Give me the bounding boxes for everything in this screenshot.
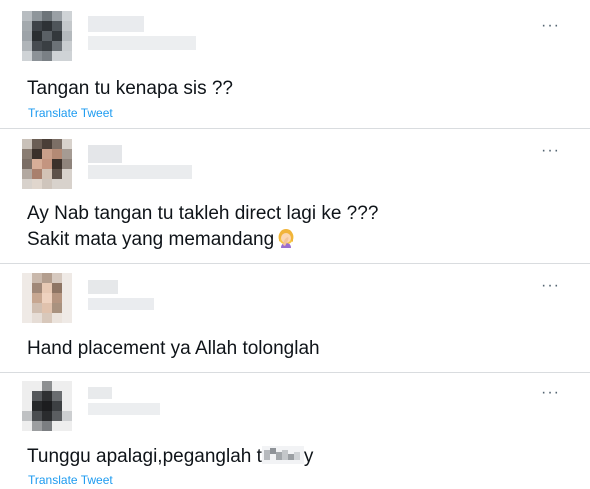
redacted-username xyxy=(88,403,160,415)
redacted-word xyxy=(261,446,304,464)
tweet-text-line-2: Sakit mata yang memandang xyxy=(27,227,296,252)
translate-tweet-link[interactable]: Translate Tweet xyxy=(28,106,113,120)
redacted-username xyxy=(88,165,192,179)
more-options-icon[interactable]: ··· xyxy=(541,143,560,159)
translate-tweet-link[interactable]: Translate Tweet xyxy=(28,473,113,487)
redacted-username xyxy=(88,298,154,310)
tweet-2[interactable]: ··· Ay Nab tangan tu takleh direct lagi … xyxy=(0,129,590,263)
redacted-display-name xyxy=(88,387,112,399)
more-options-icon[interactable]: ··· xyxy=(541,18,560,34)
more-options-icon[interactable]: ··· xyxy=(541,385,560,401)
redacted-display-name xyxy=(88,145,122,163)
tweet-text-start: Tunggu apalagi,peganglah t xyxy=(27,446,262,467)
redacted-username xyxy=(88,36,196,50)
woman-facepalming-emoji-icon xyxy=(278,229,294,248)
tweet-text: Hand placement ya Allah tolonglah xyxy=(27,338,320,359)
tweet-3[interactable]: ··· Hand placement ya Allah tolonglah xyxy=(0,264,590,372)
tweet-1[interactable]: ··· Tangan tu kenapa sis ?? Translate Tw… xyxy=(0,0,590,128)
more-options-icon[interactable]: ··· xyxy=(541,278,560,294)
avatar-image xyxy=(22,381,72,431)
tweet-4[interactable]: ··· Tunggu apalagi,peganglah t y Transla… xyxy=(0,373,590,489)
avatar-image xyxy=(22,273,72,323)
avatar-image xyxy=(22,139,72,189)
avatar[interactable] xyxy=(22,11,72,61)
redacted-display-name xyxy=(88,16,144,32)
avatar[interactable] xyxy=(22,273,72,323)
tweet-text: Tunggu apalagi,peganglah t y xyxy=(27,444,313,469)
tweet-text: Tangan tu kenapa sis ?? xyxy=(27,78,233,99)
avatar[interactable] xyxy=(22,139,72,189)
tweet-text-end: y xyxy=(303,446,314,467)
tweet-text-line-1: Ay Nab tangan tu takleh direct lagi ke ?… xyxy=(27,203,379,224)
redacted-display-name xyxy=(88,280,118,294)
avatar-image xyxy=(22,11,72,61)
tweet-text-line-2-words: Sakit mata yang memandang xyxy=(27,229,275,250)
avatar[interactable] xyxy=(22,381,72,431)
